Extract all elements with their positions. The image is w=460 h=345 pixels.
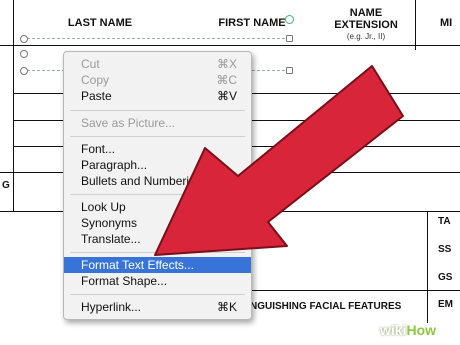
menu-item-bullets-numbering[interactable]: Bullets and Numberi — [64, 173, 251, 189]
column-divider — [415, 0, 416, 50]
header-name-extension-line1: NAME — [349, 7, 383, 19]
side-label-g: G — [2, 180, 10, 191]
menu-item-format-text-effects[interactable]: Format Text Effects... — [64, 257, 251, 273]
rotation-handle[interactable] — [285, 15, 294, 24]
menu-item-label: Synonyms — [81, 216, 138, 230]
header-first-name: FIRST NAME — [218, 17, 286, 29]
wikihow-watermark: wikiHow — [380, 322, 452, 340]
screenshot-canvas: LAST NAME FIRST NAME NAME EXTENSION (e.g… — [0, 0, 460, 345]
menu-item-label: Font... — [81, 142, 116, 156]
resize-handle[interactable] — [286, 67, 293, 74]
menu-item-label: Hyperlink... — [81, 300, 142, 314]
header-last-name: LAST NAME — [67, 17, 133, 29]
menu-item-paragraph[interactable]: Paragraph... — [64, 157, 251, 173]
field-label-facial-features: NGUISHING FACIAL FEATURES — [250, 301, 402, 312]
menu-item-shortcut: ⌘V — [216, 89, 237, 103]
header-name-extension-line2: EXTENSION — [334, 19, 398, 31]
menu-item-label: Bullets and Numberi — [81, 174, 190, 188]
menu-item-paste[interactable]: Paste ⌘V — [64, 88, 251, 104]
menu-item-font[interactable]: Font... — [64, 141, 251, 157]
header-partial: MI — [440, 17, 453, 29]
resize-handle[interactable] — [20, 67, 28, 75]
menu-item-label: Cut — [81, 57, 100, 71]
menu-item-label: Paste — [81, 89, 112, 103]
header-name-extension-hint: (e.g. Jr., II) — [346, 32, 386, 41]
row-divider — [250, 290, 460, 291]
menu-item-label: Save as Picture... — [81, 116, 176, 130]
menu-separator — [70, 294, 245, 295]
watermark-text-how: How — [406, 322, 437, 338]
menu-item-look-up[interactable]: Look Up — [64, 199, 251, 215]
menu-item-shortcut: ⌘X — [216, 57, 237, 71]
field-label-em: EM — [438, 299, 453, 310]
menu-item-save-as-picture[interactable]: Save as Picture... — [64, 115, 251, 131]
menu-item-format-shape[interactable]: Format Shape... — [64, 273, 251, 289]
menu-item-label: Paragraph... — [81, 158, 148, 172]
menu-item-synonyms[interactable]: Synonyms — [64, 215, 251, 231]
row-divider — [0, 45, 460, 46]
menu-separator — [70, 110, 245, 111]
text-box-outline — [22, 38, 290, 39]
header-name-extension: NAME EXTENSION (e.g. Jr., II) — [322, 7, 410, 43]
column-divider — [13, 0, 14, 212]
menu-item-label: Translate... — [81, 232, 141, 246]
context-menu: Cut ⌘X Copy ⌘C Paste ⌘V Save as Picture.… — [63, 51, 252, 320]
menu-item-shortcut: ⌘K — [216, 300, 237, 314]
menu-item-label: Copy — [81, 73, 110, 87]
menu-item-copy[interactable]: Copy ⌘C — [64, 72, 251, 88]
menu-item-label: Format Shape... — [81, 274, 168, 288]
resize-handle[interactable] — [20, 50, 28, 58]
menu-item-cut[interactable]: Cut ⌘X — [64, 56, 251, 72]
menu-separator — [70, 252, 245, 253]
watermark-text-wiki: wiki — [380, 322, 407, 338]
menu-item-label: Format Text Effects... — [81, 258, 194, 272]
field-label-ta: TA — [438, 216, 451, 227]
menu-item-hyperlink[interactable]: Hyperlink... ⌘K — [64, 299, 251, 315]
menu-separator — [70, 194, 245, 195]
menu-item-shortcut: ⌘C — [216, 73, 237, 87]
menu-item-label: Look Up — [81, 200, 126, 214]
column-divider — [427, 211, 428, 323]
menu-separator — [70, 136, 245, 137]
resize-handle[interactable] — [20, 35, 28, 43]
field-label-ss: SS — [438, 244, 452, 255]
field-label-gs: GS — [438, 272, 453, 283]
menu-item-translate[interactable]: Translate... — [64, 231, 251, 247]
resize-handle[interactable] — [286, 35, 293, 42]
